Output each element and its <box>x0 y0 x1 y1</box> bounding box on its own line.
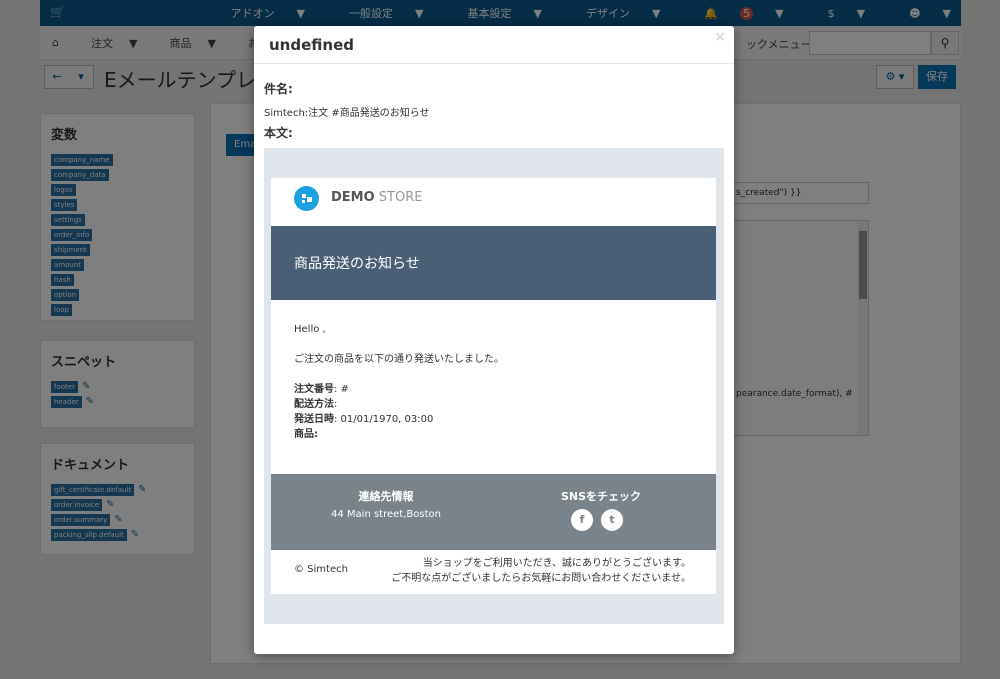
body-label: 本文: <box>264 126 293 140</box>
subject-value: Simtech:注文 #商品発送のお知らせ <box>264 108 430 119</box>
email-content: DEMO STORE 商品発送のお知らせ Hello , ご注文の商品を以下の通… <box>271 178 716 594</box>
preview-modal: undefined × 件名: Simtech:注文 #商品発送のお知らせ 本文… <box>254 26 734 654</box>
contact-title: 連絡先情報 <box>358 490 414 503</box>
modal-title: undefined <box>269 36 354 54</box>
sns-title: SNSをチェック <box>560 490 642 503</box>
email-body: Hello , ご注文の商品を以下の通り発送いたしました。 注文番号: # 配送… <box>271 300 716 474</box>
twitter-icon[interactable]: t <box>601 509 623 531</box>
facebook-icon[interactable]: f <box>571 509 593 531</box>
shipping-method-row: 配送方法: <box>294 399 338 410</box>
email-footer: 連絡先情報 44 Main street,Boston SNSをチェック f t <box>271 474 716 550</box>
contact-address: 44 Main street,Boston <box>331 509 441 520</box>
ship-date-row: 発送日時: 01/01/1970, 03:00 <box>294 414 434 425</box>
products-row: 商品: <box>294 429 318 440</box>
modal-header: undefined × <box>254 26 734 64</box>
close-icon[interactable]: × <box>714 29 726 45</box>
order-number-row: 注文番号: # <box>294 384 349 395</box>
greeting: Hello , <box>294 324 326 335</box>
store-header: DEMO STORE <box>271 178 716 226</box>
email-preview: DEMO STORE 商品発送のお知らせ Hello , ご注文の商品を以下の通… <box>264 148 724 624</box>
copyright: © Simtech <box>294 564 348 575</box>
store-name: DEMO STORE <box>331 190 423 205</box>
email-hero: 商品発送のお知らせ <box>271 226 716 300</box>
subject-label: 件名: <box>264 82 293 96</box>
email-hero-title: 商品発送のお知らせ <box>294 256 420 272</box>
store-logo-icon <box>294 186 319 211</box>
thanks-message: 当ショップをご利用いただき、誠にありがとうございます。 ご不明な点がございました… <box>391 558 691 584</box>
message: ご注文の商品を以下の通り発送いたしました。 <box>294 354 504 365</box>
